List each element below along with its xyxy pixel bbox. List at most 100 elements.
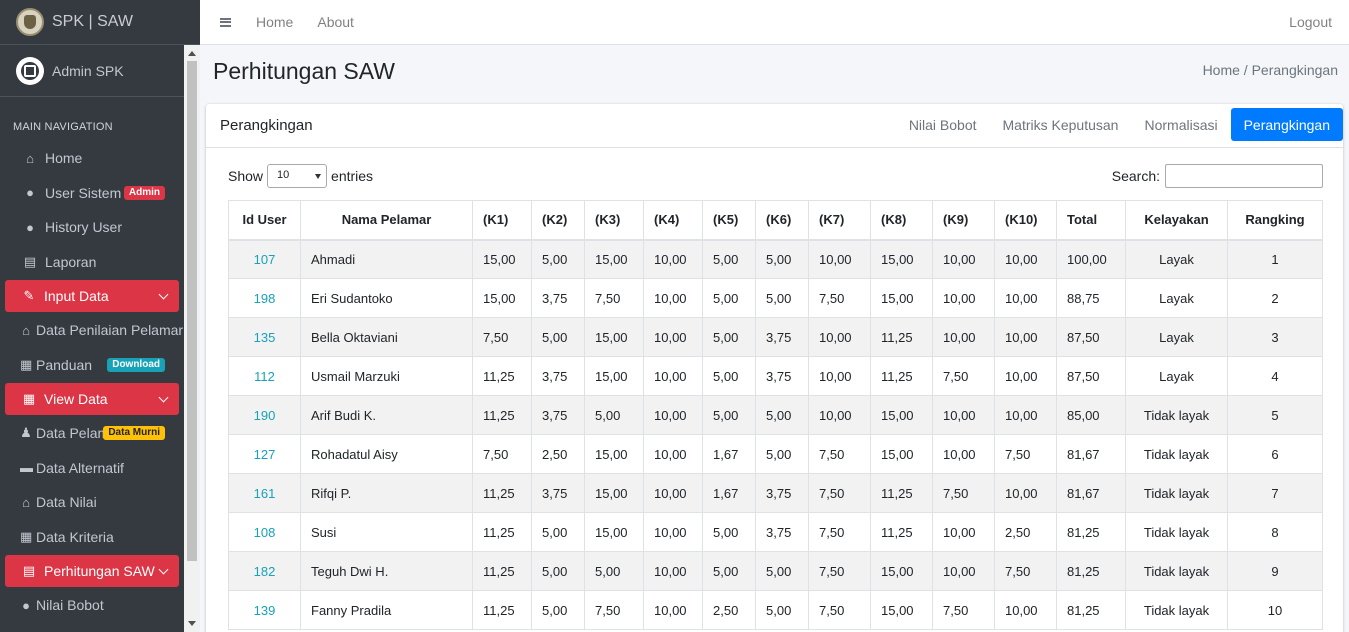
entries-select[interactable]: 10 [267,164,328,188]
score-cell: 10,00 [994,239,1057,279]
score-cell: 15,00 [870,395,933,435]
score-cell: 5,00 [584,551,644,591]
sidebar-item-home[interactable]: ⌂ Home [0,141,184,176]
sidebar-item-data-pelamar[interactable]: ♟ Data Pelamar Data Murni [0,416,184,451]
column-header[interactable]: (K5) [702,200,756,241]
table-body: 107 Ahmadi 15,00 5,00 15,00 10,00 5,00 5,00 10,0… [228,239,1323,630]
sidebar-item-label: Perhitungan SAW [44,563,155,579]
sidebar-item-data-alternatif[interactable]: ▬ Data Alternatif [0,451,184,486]
score-cell: 5,00 [755,551,809,591]
score-cell: 15,00 [584,473,644,513]
score-cell: 2,50 [531,434,585,474]
column-header[interactable]: (K9) [932,200,995,241]
column-header[interactable]: (K7) [808,200,871,241]
user-id-link[interactable]: 135 [228,317,301,357]
applicant-name: Susi [300,512,473,552]
table-row: 108 Susi 11,25 5,00 15,00 10,00 5,00 3,75 7,50 11… [228,512,1323,552]
entries-select-value: 10 [277,169,290,181]
menu-toggle-icon[interactable] [220,17,231,27]
logout-link[interactable]: Logout [1289,14,1332,30]
score-cell: 1,67 [702,473,756,513]
user-panel[interactable]: Admin SPK [0,45,184,97]
column-header[interactable]: Rangking [1227,200,1323,241]
user-id-link[interactable]: 139 [228,590,301,630]
score-cell: 87,50 [1056,317,1126,357]
edit-icon: ✎ [23,288,35,303]
sidebar: SPK | SAW Admin SPK MAIN NAVIGATION ⌂ Ho… [0,0,200,632]
show-label: Show [228,168,264,184]
column-header[interactable]: Nama Pelamar [300,200,473,241]
score-cell: 7,50 [808,590,871,630]
score-cell: 15,00 [584,434,644,474]
sidebar-item-panduan[interactable]: ▦ Panduan Download [0,348,184,383]
sidebar-item-laporan[interactable]: ▤ Laporan [0,245,184,280]
score-cell: 10,00 [932,278,995,318]
length-control: Show 10 entries [228,164,373,188]
column-header[interactable]: (K3) [584,200,644,241]
user-id-link[interactable]: 198 [228,278,301,318]
tab-matriks-keputusan[interactable]: Matriks Keputusan [990,108,1132,141]
breadcrumb-home[interactable]: Home [1203,62,1240,78]
score-cell: 5,00 [755,395,809,435]
user-id-link[interactable]: 190 [228,395,301,435]
sidebar-item-nilai-bobot[interactable]: ● Nilai Bobot [0,588,184,623]
top-navbar: Home About Logout [200,0,1349,45]
sidebar-item-label: Input Data [44,288,109,304]
nav-about-link[interactable]: About [317,14,354,30]
brand-link[interactable]: SPK | SAW [0,0,200,45]
ranking-table: Id User Nama Pelamar (K1) (K2) (K3) (K4) (K5)(… [228,200,1323,630]
score-cell: 10,00 [643,512,703,552]
sidebar-scrollbar[interactable] [184,45,200,632]
column-header[interactable]: Total [1056,200,1126,241]
user-id-link[interactable]: 107 [228,239,301,279]
score-cell: 11,25 [870,356,933,396]
score-cell: 10,00 [932,551,995,591]
user-id-link[interactable]: 161 [228,473,301,513]
nav-home-link[interactable]: Home [256,14,293,30]
user-id-link[interactable]: 182 [228,551,301,591]
search-input[interactable] [1165,164,1323,188]
column-header[interactable]: Kelayakan [1125,200,1228,241]
sidebar-item-user-sistem[interactable]: ● User Sistem Admin [0,176,184,211]
tab-nilai-bobot[interactable]: Nilai Bobot [896,108,990,141]
column-header[interactable]: (K2) [531,200,585,241]
card-title: Perangkingan [220,117,313,134]
eligibility-cell: Tidak layak [1125,473,1228,513]
sidebar-item-label: Data Nilai [36,494,97,511]
sidebar-item-history-user[interactable]: ● History User [0,210,184,245]
user-id-link[interactable]: 112 [228,356,301,396]
column-header[interactable]: (K6) [755,200,809,241]
score-cell: 10,00 [932,395,995,435]
score-cell: 7,50 [808,434,871,474]
column-header[interactable]: (K8) [870,200,933,241]
sidebar-item-data-nilai[interactable]: ⌂ Data Nilai [0,485,184,520]
scrollbar-thumb[interactable] [187,61,197,561]
sidebar-item-view-data[interactable]: ▦ View Data [5,383,179,415]
rank-cell: 9 [1227,551,1323,591]
column-header[interactable]: (K10) [994,200,1057,241]
column-header[interactable]: (K4) [643,200,703,241]
score-cell: 10,00 [808,356,871,396]
scroll-up-icon[interactable] [188,51,196,56]
sidebar-item-input-data[interactable]: ✎ Input Data [5,280,179,312]
user-id-link[interactable]: 108 [228,512,301,552]
scroll-down-icon[interactable] [188,621,196,626]
rank-cell: 5 [1227,395,1323,435]
score-cell: 88,75 [1056,278,1126,318]
tab-perangkingan[interactable]: Perangkingan [1230,108,1343,141]
score-cell: 15,00 [870,551,933,591]
score-cell: 5,00 [584,395,644,435]
sidebar-item-data-kriteria[interactable]: ▦ Data Kriteria [0,520,184,555]
column-header[interactable]: (K1) [472,200,532,241]
sidebar-item-data-penilaian-pelamar[interactable]: ⌂ Data Penilaian Pelamar [0,313,184,348]
table-row: 139 Fanny Pradila 11,25 5,00 7,50 10,00 2,50 5,… [228,590,1323,630]
score-cell: 11,25 [870,317,933,357]
user-id-link[interactable]: 127 [228,434,301,474]
score-cell: 81,67 [1056,473,1126,513]
tab-normalisasi[interactable]: Normalisasi [1131,108,1230,141]
score-cell: 3,75 [755,317,809,357]
sidebar-item-perhitungan-saw[interactable]: ▤ Perhitungan SAW [5,555,179,587]
score-cell: 10,00 [994,356,1057,396]
score-cell: 10,00 [643,473,703,513]
column-header[interactable]: Id User [228,200,301,241]
